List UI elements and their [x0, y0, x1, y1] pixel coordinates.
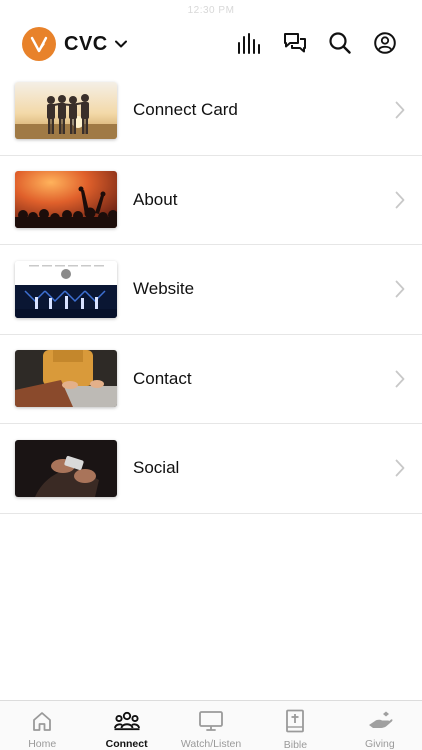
list-item-about[interactable]: About — [0, 156, 422, 245]
chevron-down-icon — [114, 40, 127, 48]
tab-label: Giving — [364, 738, 395, 750]
status-time: 12:30 PM — [187, 5, 235, 16]
chevron-right-icon — [394, 279, 406, 299]
org-switcher[interactable]: CVC — [22, 26, 127, 62]
website-screenshot-image — [15, 260, 117, 318]
org-logo-icon — [22, 27, 56, 61]
header-actions — [237, 30, 398, 56]
tab-label: Bible — [283, 739, 308, 750]
list-item-label: Connect Card — [133, 100, 238, 120]
list-item-contact[interactable]: Contact — [0, 335, 422, 424]
list-item-connect-card[interactable]: Connect Card — [0, 66, 422, 156]
chevron-right-icon — [394, 190, 406, 210]
list-item-label: Website — [133, 279, 195, 299]
connect-list: Connect Card About Website Contact Socia… — [0, 66, 422, 514]
phone-hands-image — [15, 439, 117, 497]
tab-home[interactable]: Home — [0, 701, 84, 750]
tab-giving[interactable]: Giving — [338, 701, 422, 750]
tab-bar: Home Connect Watch/Listen Bible Giving — [0, 700, 422, 750]
worship-concert-image — [15, 171, 117, 229]
laptop-typing-image — [15, 350, 117, 408]
header: CVC — [0, 22, 422, 66]
chat-icon[interactable] — [282, 30, 308, 56]
search-icon[interactable] — [327, 30, 353, 56]
tab-connect[interactable]: Connect — [84, 701, 168, 750]
list-item-website[interactable]: Website — [0, 245, 422, 335]
tv-icon — [198, 709, 224, 732]
profile-icon[interactable] — [372, 30, 398, 56]
tab-label: Connect — [105, 738, 148, 750]
tab-watch-listen[interactable]: Watch/Listen — [169, 701, 253, 750]
chevron-right-icon — [394, 369, 406, 389]
home-icon — [29, 709, 55, 732]
friends-sunset-image — [15, 81, 117, 139]
people-icon — [113, 709, 140, 732]
bar-chart-icon[interactable] — [237, 30, 263, 56]
chevron-right-icon — [394, 458, 406, 478]
bible-icon — [282, 709, 308, 733]
giving-hand-icon — [367, 709, 393, 732]
tab-bible[interactable]: Bible — [253, 701, 337, 750]
chevron-right-icon — [394, 100, 406, 120]
org-name: CVC — [64, 32, 108, 55]
tab-label: Watch/Listen — [180, 738, 242, 750]
tab-label: Home — [28, 738, 57, 750]
list-item-label: Contact — [133, 368, 192, 388]
list-item-label: About — [133, 189, 178, 209]
status-bar: 12:30 PM — [0, 0, 422, 22]
list-item-label: Social — [133, 458, 180, 478]
list-item-social[interactable]: Social — [0, 424, 422, 514]
